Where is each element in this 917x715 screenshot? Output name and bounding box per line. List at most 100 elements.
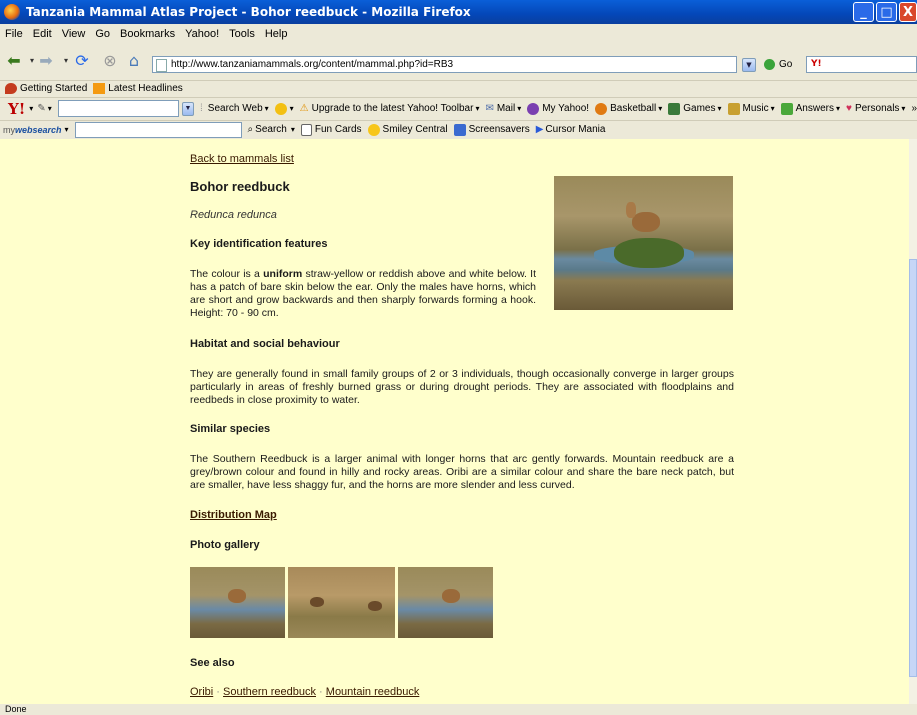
forward-arrow-icon[interactable]: ➡	[36, 52, 56, 70]
vertical-scrollbar[interactable]	[909, 139, 917, 704]
music-button[interactable]: Music ▾	[727, 102, 775, 115]
reedbuck-head	[626, 202, 636, 218]
minimize-button[interactable]: _	[853, 2, 874, 22]
cursor-mania-button[interactable]: ▶ Cursor Mania	[536, 124, 606, 135]
my-yahoo-button[interactable]: My Yahoo!	[527, 102, 589, 115]
games-button[interactable]: Games ▾	[668, 102, 722, 115]
mail-button[interactable]: ✉ Mail ▾	[485, 103, 521, 114]
games-label: Games	[683, 103, 716, 114]
scientific-name: Redunca redunca	[190, 209, 277, 221]
url-field[interactable]: http://www.tanzaniamammals.org/content/m…	[152, 56, 737, 73]
websearch-search-button[interactable]: ⌕ Search ▾	[248, 124, 295, 135]
chevron-down-icon: ▾	[836, 104, 841, 113]
highlight-button[interactable]: ▾	[274, 102, 294, 115]
page-icon	[156, 59, 167, 72]
pencil-icon[interactable]: ✎	[37, 103, 45, 114]
gallery-thumbnail[interactable]	[190, 567, 285, 638]
warning-icon: ⚠	[299, 103, 309, 114]
page-title: Bohor reedbuck	[190, 179, 290, 194]
upgrade-toolbar-button[interactable]: ⚠ Upgrade to the latest Yahoo! Toolbar ▾	[300, 103, 480, 114]
menu-go[interactable]: Go	[95, 28, 110, 40]
websearch-brand[interactable]: mywebsearch	[3, 125, 62, 135]
go-button[interactable]: Go	[764, 56, 792, 73]
menu-yahoo[interactable]: Yahoo!	[185, 28, 219, 40]
personals-label: Personals	[854, 103, 900, 114]
yahoo-search-dropdown[interactable]: ▼	[181, 101, 195, 116]
mail-label: Mail	[496, 103, 516, 114]
bookmarks-toolbar: Getting Started Latest Headlines	[0, 80, 917, 98]
reload-icon[interactable]: ⟳	[72, 52, 92, 70]
menu-view[interactable]: View	[62, 28, 86, 40]
brand-dropdown-icon[interactable]: ▾	[65, 125, 69, 134]
yahoo-search-input[interactable]	[57, 100, 179, 117]
brand-prefix: my	[3, 124, 15, 135]
websearch-input[interactable]	[74, 121, 242, 138]
oribi-link[interactable]: Oribi	[190, 686, 213, 698]
music-label: Music	[742, 103, 769, 114]
url-text: http://www.tanzaniamammals.org/content/m…	[171, 59, 454, 70]
cursor-label: Cursor Mania	[545, 124, 606, 135]
menu-edit[interactable]: Edit	[33, 28, 52, 40]
main-reedbuck-photo	[554, 176, 733, 310]
chevron-down-icon: ▾	[289, 104, 294, 113]
pencil-dropdown-icon[interactable]: ▾	[48, 104, 52, 113]
search-icon: ⌕	[247, 124, 254, 135]
reedbuck-shape	[310, 597, 324, 607]
key-text-bold: uniform	[263, 268, 303, 280]
southern-reedbuck-link[interactable]: Southern reedbuck	[223, 686, 316, 698]
fun-cards-button[interactable]: Fun Cards	[300, 123, 362, 136]
see-also-links: Oribi · Southern reedbuck · Mountain ree…	[190, 686, 419, 698]
personals-button[interactable]: ♥ Personals ▾	[846, 103, 905, 114]
basketball-icon	[595, 102, 608, 115]
chevron-down-icon: ▾	[475, 104, 480, 113]
reedbuck-shape	[442, 589, 460, 603]
basketball-button[interactable]: Basketball ▾	[595, 102, 663, 115]
menu-bookmarks[interactable]: Bookmarks	[120, 28, 175, 40]
menu-file[interactable]: File	[5, 28, 23, 40]
chevron-down-icon: ▾	[290, 125, 295, 134]
window-titlebar: Tanzania Mammal Atlas Project - Bohor re…	[0, 0, 917, 24]
distribution-map-link[interactable]: Distribution Map	[190, 509, 277, 521]
close-button[interactable]: X	[899, 2, 917, 22]
back-to-list-link[interactable]: Back to mammals list	[190, 153, 294, 165]
search-label: Search	[255, 124, 287, 135]
reedbuck-body	[632, 212, 660, 232]
gallery-thumbnail[interactable]	[398, 567, 493, 638]
search-web-button[interactable]: ⁞ Search Web ▾	[200, 103, 269, 114]
chevron-down-icon: ▾	[717, 104, 722, 113]
menu-tools[interactable]: Tools	[229, 28, 255, 40]
search-box[interactable]: Y!	[806, 56, 917, 73]
gallery-thumbnail[interactable]	[288, 567, 395, 638]
back-arrow-icon[interactable]: ⬅	[4, 52, 24, 70]
smiley-icon	[367, 123, 380, 136]
search-web-label: Search Web	[207, 103, 263, 114]
see-also-heading: See also	[190, 657, 235, 669]
menu-help[interactable]: Help	[265, 28, 288, 40]
yahoo-logo[interactable]: Y!	[8, 100, 25, 118]
go-icon	[764, 58, 775, 70]
stop-icon[interactable]: ⊗	[100, 52, 120, 70]
card-icon	[300, 123, 312, 136]
home-icon[interactable]: ⌂	[124, 52, 144, 70]
url-dropdown-button[interactable]: ▼	[742, 58, 756, 72]
key-features-text: The colour is a uniform straw-yellow or …	[190, 268, 536, 320]
answers-icon	[780, 102, 793, 115]
more-button[interactable]: »	[911, 103, 917, 114]
photo-gallery-heading: Photo gallery	[190, 539, 260, 551]
screensavers-label: Screensavers	[468, 124, 530, 135]
yahoo-menu-dropdown-icon[interactable]: ▾	[29, 104, 33, 113]
rss-icon	[93, 83, 106, 94]
cursor-icon: ▶	[535, 124, 544, 135]
maximize-button[interactable]: □	[876, 2, 897, 22]
bookmark-getting-started[interactable]: Getting Started	[20, 83, 87, 94]
answers-button[interactable]: Answers ▾	[780, 102, 841, 115]
mountain-reedbuck-link[interactable]: Mountain reedbuck	[326, 686, 420, 698]
go-label: Go	[779, 59, 793, 70]
scrollbar-thumb[interactable]	[909, 259, 917, 677]
chevron-down-icon: ▾	[658, 104, 663, 113]
chevron-down-icon: ▾	[770, 104, 775, 113]
fun-cards-label: Fun Cards	[314, 124, 362, 135]
bookmark-latest-headlines[interactable]: Latest Headlines	[108, 83, 183, 94]
smiley-central-button[interactable]: Smiley Central	[367, 123, 448, 136]
screensavers-button[interactable]: Screensavers	[453, 123, 530, 136]
